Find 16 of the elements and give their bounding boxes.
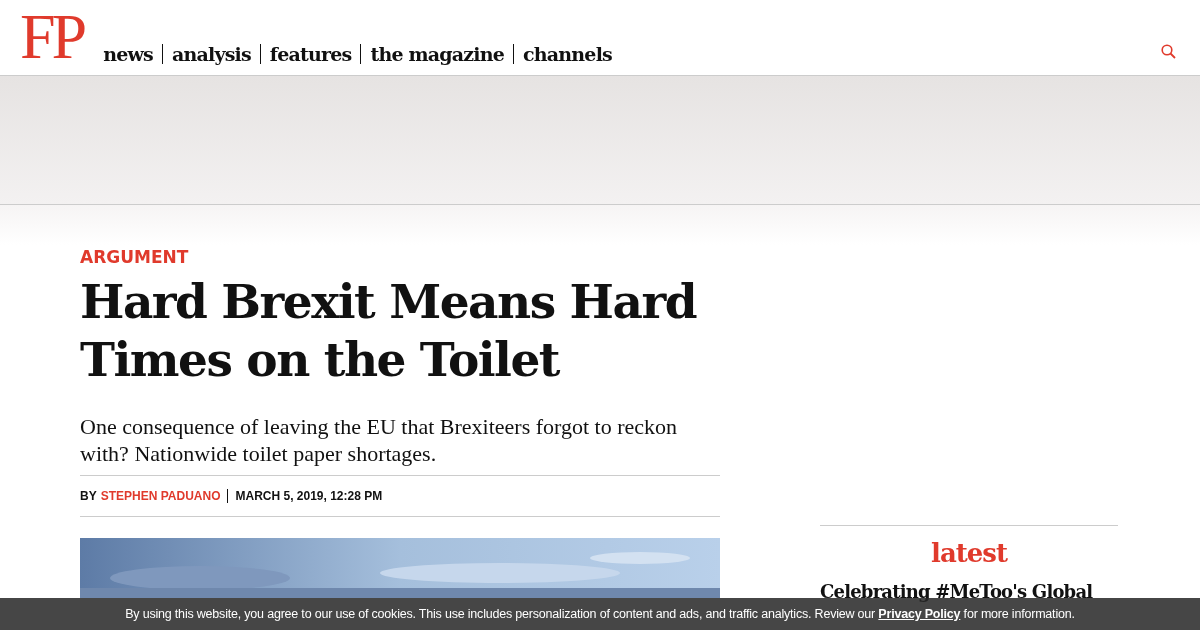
article-title: Hard Brexit Means Hard Times on the Toilet xyxy=(80,273,698,389)
cookie-notice: By using this website, you agree to our use of cookies. This use includes personalization of content and ads, and traffic analytics. Review our Privacy Policy for more information. xyxy=(125,607,1075,621)
logo[interactable]: FP xyxy=(20,12,84,62)
category-label[interactable]: ARGUMENT xyxy=(80,247,720,267)
nav-link[interactable]: channels xyxy=(513,44,621,64)
publish-date: MARCH 5, 2019, 12:28 PM xyxy=(235,489,383,503)
article-subtitle: One consequence of leaving the EU that Brexiteers forgot to reckon with? Nationwide toilet paper shortages. xyxy=(80,413,720,476)
nav-link[interactable]: features xyxy=(259,44,361,64)
author-link[interactable]: STEPHEN PADUANO xyxy=(100,489,229,503)
search-icon[interactable] xyxy=(1161,44,1176,59)
privacy-policy-link[interactable]: Privacy Policy xyxy=(878,607,961,621)
section-heading: latest xyxy=(820,525,1118,568)
nav-link[interactable]: news xyxy=(103,44,162,64)
nav-link[interactable]: the magazine xyxy=(360,44,514,64)
byline-prefix: BY xyxy=(80,489,97,503)
nav-link[interactable]: analysis xyxy=(161,44,260,64)
